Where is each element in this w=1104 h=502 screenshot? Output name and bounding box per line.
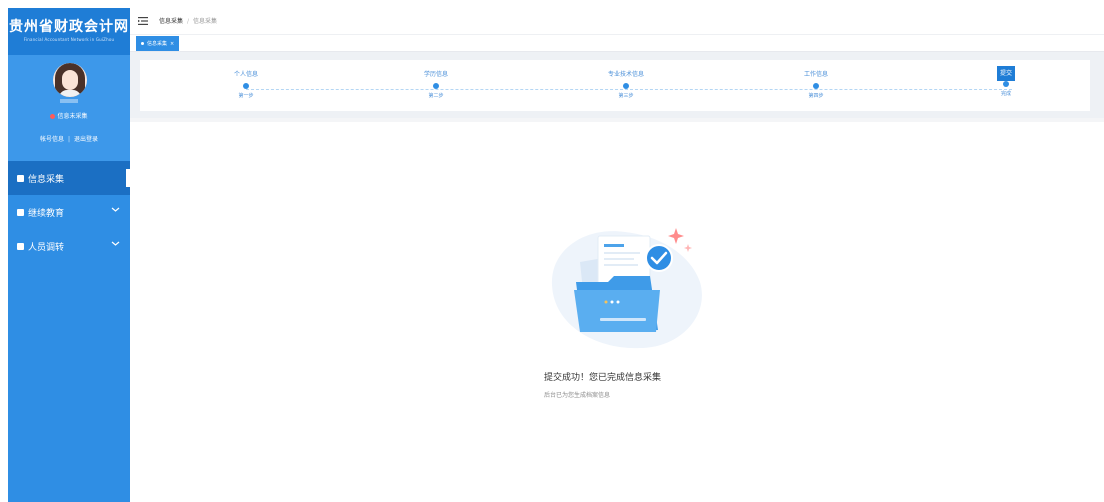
top-header: 信息采集 / 信息采集 (130, 8, 1104, 35)
step-submit[interactable]: 提交 完成 (966, 60, 1046, 97)
step-label: 学历信息 (423, 71, 448, 78)
sidebar-item-label: 人员调转 (28, 242, 65, 253)
tab-label: 信息采集 (147, 41, 168, 47)
steps-bar: 个人信息 第一步 学历信息 第二步 专业技术信息 第三步 工作信息 第四步 提交… (140, 60, 1090, 111)
breadcrumb-current: 信息采集 (193, 18, 218, 25)
step-sub: 第三步 (618, 93, 634, 99)
step-label: 个人信息 (233, 71, 258, 78)
user-profile: 信息未采集 帐号信息 | 退出登录 (8, 55, 130, 161)
menu-square-icon (17, 174, 24, 182)
step-label: 专业技术信息 (607, 71, 644, 78)
sidebar-item-staff-transfer[interactable]: 人员调转 (8, 229, 130, 263)
step-submit-label: 提交 (996, 66, 1015, 81)
avatar (53, 63, 87, 97)
breadcrumb-root[interactable]: 信息采集 (159, 18, 183, 25)
step-dot (623, 83, 629, 89)
step-label: 工作信息 (803, 71, 828, 78)
success-folder-illustration (551, 228, 702, 349)
step-professional-info[interactable]: 专业技术信息 第三步 (586, 60, 666, 99)
step-personal-info[interactable]: 个人信息 第一步 (206, 60, 286, 99)
account-links: 帐号信息 | 退出登录 (8, 134, 130, 143)
steps-panel: 个人信息 第一步 学历信息 第二步 专业技术信息 第三步 工作信息 第四步 提交… (130, 52, 1104, 118)
success-message: 提交成功！您已完成信息采集 (544, 373, 662, 383)
sidebar-menu: 信息采集 继续教育 人员调转 (8, 161, 130, 263)
success-detail: 后台已为您生成档案信息 (544, 392, 611, 399)
menu-square-icon (17, 208, 24, 216)
tabs-bar: 信息采集 × (130, 35, 1104, 52)
step-education-info[interactable]: 学历信息 第二步 (396, 60, 476, 99)
brand-title: 贵州省财政会计网 (9, 19, 129, 35)
menu-square-icon (17, 242, 24, 250)
username-placeholder (60, 99, 78, 103)
sidebar-item-label: 信息采集 (28, 174, 65, 185)
account-info-link[interactable]: 帐号信息 (40, 136, 64, 143)
brand-logo[interactable]: 贵州省财政会计网 Financial Accountant Network in… (8, 8, 130, 55)
app-root: 贵州省财政会计网 Financial Accountant Network in… (0, 0, 1104, 502)
status-text: 信息未采集 (57, 113, 88, 120)
chevron-down-icon (111, 241, 120, 246)
step-work-info[interactable]: 工作信息 第四步 (776, 60, 856, 99)
step-sub: 完成 (1000, 91, 1011, 97)
sidebar-item-continuing-education[interactable]: 继续教育 (8, 195, 130, 229)
tab-info-collection[interactable]: 信息采集 × (136, 36, 180, 51)
divider (130, 118, 1104, 122)
step-dot (813, 83, 819, 89)
breadcrumb-separator: / (187, 18, 190, 25)
sidebar-item-info-collection[interactable]: 信息采集 (8, 161, 130, 195)
chevron-down-icon (111, 207, 120, 212)
link-separator: | (67, 136, 71, 143)
main-content: 个人信息 第一步 学历信息 第二步 专业技术信息 第三步 工作信息 第四步 提交… (130, 52, 1104, 502)
step-sub: 第二步 (428, 93, 444, 99)
tab-dot-icon (141, 42, 144, 45)
logout-link[interactable]: 退出登录 (74, 136, 98, 143)
breadcrumb: 信息采集 / 信息采集 (159, 16, 217, 25)
status-dot-icon (50, 114, 56, 119)
sidebar-item-label: 继续教育 (28, 208, 65, 219)
brand-subtitle: Financial Accountant Network in GuiZhou (23, 37, 115, 42)
step-sub: 第一步 (238, 93, 254, 99)
step-sub: 第四步 (808, 93, 824, 99)
collection-status: 信息未采集 (8, 111, 130, 120)
tab-close-icon[interactable]: × (170, 41, 174, 47)
menu-toggle-icon[interactable] (138, 17, 148, 25)
step-dot (433, 83, 439, 89)
step-dot (1003, 81, 1009, 87)
step-dot (243, 83, 249, 89)
sidebar: 贵州省财政会计网 Financial Accountant Network in… (8, 8, 130, 502)
